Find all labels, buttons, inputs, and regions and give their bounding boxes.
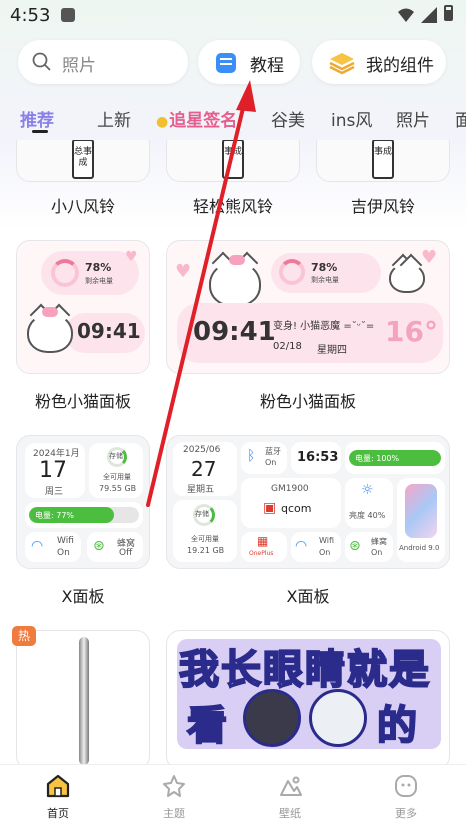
nav-wallpaper[interactable]: 壁纸 [260, 773, 320, 821]
annotation-arrow [146, 80, 256, 507]
nav-label: 主题 [163, 807, 185, 820]
wallpaper-icon [280, 776, 302, 796]
arrow-head [236, 80, 256, 112]
nav-label: 更多 [395, 807, 417, 820]
star-icon [163, 775, 185, 797]
nav-theme[interactable]: 主题 [144, 773, 204, 821]
nav-label: 壁纸 [279, 807, 301, 820]
nav-home[interactable]: 首页 [28, 773, 88, 821]
nav-label: 首页 [47, 807, 69, 820]
more-icon [395, 775, 417, 797]
home-icon [46, 774, 70, 798]
bottom-navigation: 首页 主题 壁纸 更多 [0, 764, 466, 830]
nav-more[interactable]: 更多 [376, 773, 436, 821]
arrow-shaft [146, 102, 246, 507]
